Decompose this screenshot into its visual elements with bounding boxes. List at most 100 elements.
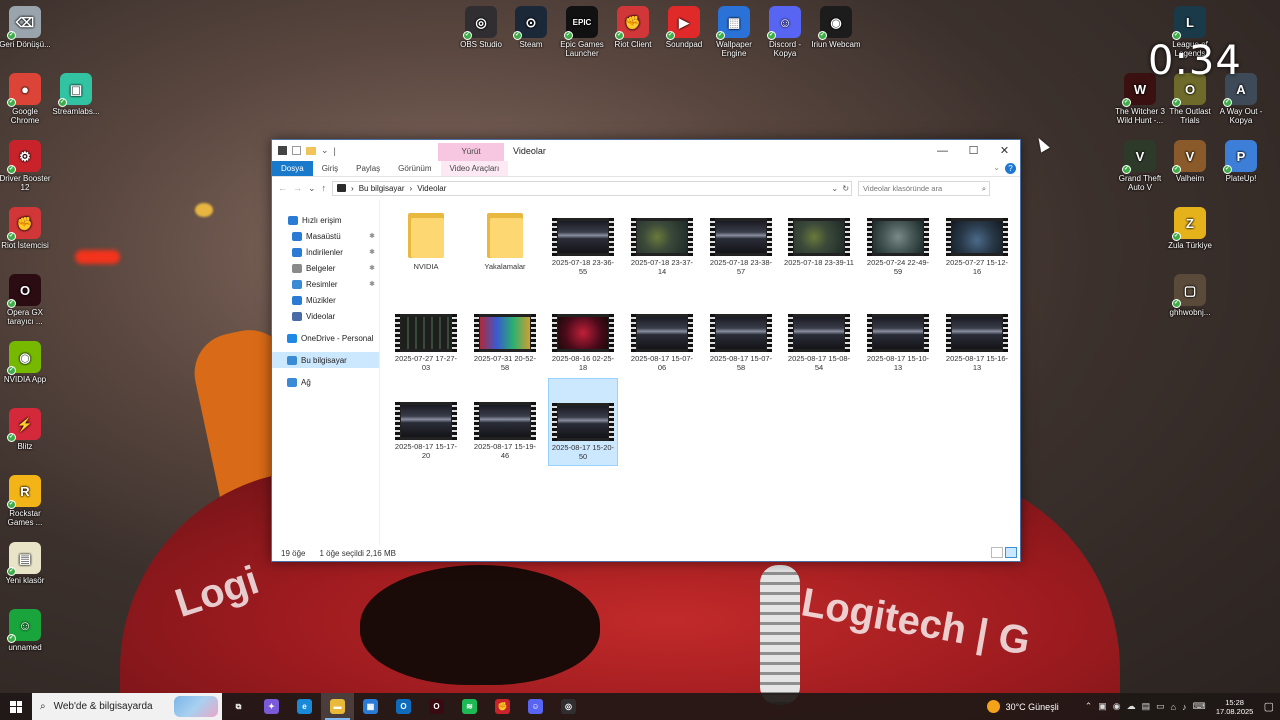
tray-app-icon[interactable]: ▤	[1142, 701, 1151, 712]
title-bar[interactable]: ⌄ | Yürüt Videolar — ☐ ✕	[272, 140, 1020, 161]
help-icon[interactable]: ?	[1005, 163, 1016, 174]
desktop-shortcut[interactable]: ◎ ✓ OBS Studio	[453, 6, 509, 49]
desktop-shortcut[interactable]: ▶ ✓ Soundpad	[656, 6, 712, 49]
video-file-item[interactable]: 2025-08-17 15-17-20	[391, 402, 461, 460]
taskbar-app-button[interactable]: ≋	[453, 693, 486, 720]
recent-locations-icon[interactable]: ⌄	[308, 183, 316, 194]
video-file-item[interactable]: 2025-08-16 02-25-18	[548, 314, 618, 372]
desktop-shortcut[interactable]: ☺ ✓ unnamed	[0, 609, 53, 652]
desktop-shortcut[interactable]: ▣ ✓ Streamlabs...	[48, 73, 104, 116]
nav-item[interactable]: Bu bilgisayar	[272, 352, 379, 368]
tray-app-icon[interactable]: ◉	[1113, 701, 1121, 712]
desktop-shortcut[interactable]: EPIC ✓ Epic Games Launcher	[554, 6, 610, 58]
video-file-item[interactable]: 2025-08-17 15-20-50	[548, 378, 618, 466]
search-box[interactable]: Videolar klasöründe ara ⌕	[858, 180, 991, 196]
taskbar-app-button[interactable]: ▬	[321, 693, 354, 720]
desktop-shortcut[interactable]: V ✓ Valheim	[1162, 140, 1218, 183]
network-icon[interactable]: ⌂	[1171, 702, 1176, 712]
desktop-shortcut[interactable]: ⚙ ✓ Driver Booster 12	[0, 140, 53, 192]
taskbar-app-button[interactable]: ▦	[354, 693, 387, 720]
desktop-shortcut[interactable]: ✊ ✓ Riot Client	[605, 6, 661, 49]
start-button[interactable]	[0, 693, 32, 720]
tray-app-icon[interactable]: ☁	[1127, 701, 1136, 712]
nav-item[interactable]: Belgeler ✱	[272, 260, 379, 276]
tray-app-icon[interactable]: ▣	[1098, 701, 1107, 712]
taskbar-app-button[interactable]: ☺	[519, 693, 552, 720]
weather-icon[interactable]	[986, 700, 1000, 713]
ribbon-tab[interactable]: Giriş	[313, 161, 347, 176]
video-file-item[interactable]: 2025-08-17 15-16-13	[942, 314, 1012, 372]
breadcrumb-this-pc[interactable]: Bu bilgisayar	[359, 184, 405, 193]
nav-item[interactable]: Masaüstü ✱	[272, 228, 379, 244]
nav-item[interactable]: Videolar	[272, 308, 379, 324]
desktop-shortcut[interactable]: ⚡ ✓ Blitz	[0, 408, 53, 451]
minimize-button[interactable]: —	[927, 140, 958, 161]
video-file-item[interactable]: 2025-08-17 15-10-13	[863, 314, 933, 372]
keyboard-icon[interactable]: ⌨	[1193, 701, 1206, 712]
video-file-item[interactable]: 2025-07-27 15-12-16	[942, 218, 1012, 276]
desktop-shortcut[interactable]: R ✓ Rockstar Games ...	[0, 475, 53, 527]
desktop-shortcut[interactable]: ⌫ ✓ Geri Dönüşü...	[0, 6, 53, 49]
nav-item[interactable]: Müzikler	[272, 292, 379, 308]
address-dropdown-icon[interactable]: ⌄	[831, 184, 838, 193]
forward-button[interactable]: →	[293, 183, 302, 193]
desktop-shortcut[interactable]: ⊙ ✓ Steam	[503, 6, 559, 49]
weather-text[interactable]: 30°C Güneşli	[1006, 702, 1059, 712]
video-file-item[interactable]: 2025-07-31 20-52-58	[470, 314, 540, 372]
nav-item[interactable]: İndirilenler ✱	[272, 244, 379, 260]
video-file-item[interactable]: 2025-08-17 15-07-58	[706, 314, 776, 372]
desktop-shortcut[interactable]: ✊ ✓ Riot İstemcisi	[0, 207, 53, 250]
battery-icon[interactable]: ▭	[1156, 701, 1165, 712]
desktop-shortcut[interactable]: P ✓ PlateUp!	[1213, 140, 1269, 183]
folder-item[interactable]: Yakalamalar	[470, 210, 540, 271]
desktop-shortcut[interactable]: ▦ ✓ Wallpaper Engine	[706, 6, 762, 58]
taskbar-app-button[interactable]: ⧉	[222, 693, 255, 720]
taskbar-app-button[interactable]: ✊	[486, 693, 519, 720]
video-file-item[interactable]: 2025-07-18 23-39-11	[784, 218, 854, 267]
new-folder-icon[interactable]	[306, 146, 316, 155]
taskbar-app-button[interactable]: O	[420, 693, 453, 720]
show-hidden-icons-icon[interactable]: ⌃	[1085, 701, 1093, 712]
taskbar-search[interactable]: ⌕ Web'de & bilgisayarda	[32, 693, 222, 720]
desktop-shortcut[interactable]: Z ✓ Zula Türkiye	[1162, 207, 1218, 250]
nav-item[interactable]: Hızlı erişim	[272, 212, 379, 228]
ribbon-tab[interactable]: Görünüm	[389, 161, 440, 176]
folder-item[interactable]: NVIDIA	[391, 210, 461, 271]
video-file-item[interactable]: 2025-08-17 15-07-06	[627, 314, 697, 372]
taskbar-app-button[interactable]: e	[288, 693, 321, 720]
taskbar-app-button[interactable]: ◎	[552, 693, 585, 720]
video-file-item[interactable]: 2025-07-27 17-27-03	[391, 314, 461, 372]
ribbon-tab[interactable]: Dosya	[272, 161, 313, 176]
ribbon-tab[interactable]: Video Araçları	[440, 161, 509, 176]
desktop-shortcut[interactable]: O ✓ Opera GX tarayıcı ...	[0, 274, 53, 326]
desktop-shortcut[interactable]: V ✓ Grand Theft Auto V	[1112, 140, 1168, 192]
breadcrumb-videos[interactable]: Videolar	[417, 184, 446, 193]
ribbon-tab[interactable]: Paylaş	[347, 161, 389, 176]
customize-toolbar-icon[interactable]: ⌄	[321, 145, 329, 156]
notifications-icon[interactable]: ▢	[1264, 700, 1274, 713]
clock[interactable]: 15:28 17.08.2025	[1212, 698, 1258, 716]
desktop-shortcut[interactable]: ◉ ✓ NVIDIA App	[0, 341, 53, 384]
video-file-item[interactable]: 2025-07-18 23-38-57	[706, 218, 776, 276]
desktop-shortcut[interactable]: ☺ ✓ Discord - Kopya	[757, 6, 813, 58]
desktop-shortcut[interactable]: ▤ ✓ Yeni klasör	[0, 542, 53, 585]
properties-icon[interactable]	[292, 146, 301, 155]
desktop-shortcut[interactable]: ● ✓ Google Chrome	[0, 73, 53, 125]
refresh-icon[interactable]: ↻	[842, 184, 849, 193]
taskbar-app-button[interactable]: O	[387, 693, 420, 720]
video-file-item[interactable]: 2025-08-17 15-19-46	[470, 402, 540, 460]
desktop-shortcut[interactable]: ◉ ✓ Iriun Webcam	[808, 6, 864, 49]
back-button[interactable]: ←	[278, 183, 287, 193]
taskbar-app-button[interactable]: ✦	[255, 693, 288, 720]
up-button[interactable]: ↑	[322, 183, 327, 193]
file-explorer-window[interactable]: ⌄ | Yürüt Videolar — ☐ ✕ Dosya Giriş Payla…	[271, 139, 1021, 562]
nav-item[interactable]: Ağ	[272, 374, 379, 390]
desktop-shortcut[interactable]: ▢ ✓ ghhwobnj...	[1162, 274, 1218, 317]
video-file-item[interactable]: 2025-07-24 22-49-59	[863, 218, 933, 276]
close-button[interactable]: ✕	[989, 140, 1020, 161]
video-file-item[interactable]: 2025-07-18 23-36-55	[548, 218, 618, 276]
video-file-item[interactable]: 2025-08-17 15-08-54	[784, 314, 854, 372]
details-view-button[interactable]	[991, 547, 1003, 558]
nav-item[interactable]: OneDrive - Personal	[272, 330, 379, 346]
volume-icon[interactable]: ♪	[1182, 702, 1187, 712]
